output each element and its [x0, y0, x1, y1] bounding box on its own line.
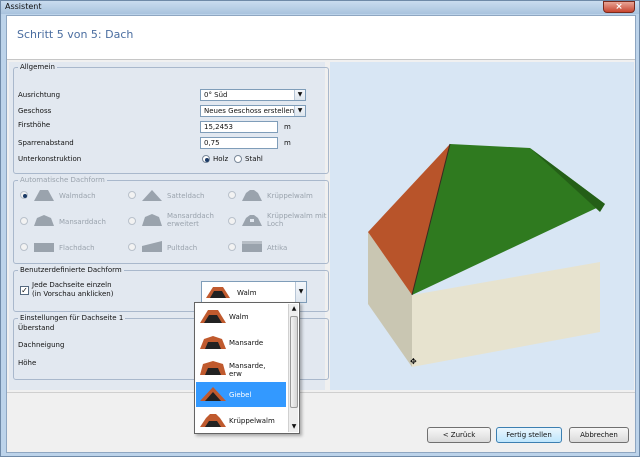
- pultdach-icon: [142, 241, 162, 252]
- chevron-down-icon: ▼: [294, 90, 305, 100]
- cursor-icon: ✥: [410, 357, 417, 366]
- krueppelwalm-label: Krüppelwalm: [267, 192, 313, 200]
- jede-dachseite-label-2: (in Vorschau anklicken): [32, 290, 114, 298]
- group-caption: Automatische Dachform: [18, 176, 107, 184]
- stahl-label: Stahl: [245, 155, 263, 163]
- dropdown-scrollbar[interactable]: ▲ ▼: [288, 304, 298, 432]
- holz-label: Holz: [213, 155, 229, 163]
- dropdown-option-giebel[interactable]: Giebel: [196, 382, 286, 407]
- attika-icon: [242, 241, 262, 252]
- walmdach-label: Walmdach: [59, 192, 96, 200]
- dropdown-option-mansarde[interactable]: Mansarde: [196, 330, 286, 355]
- finish-button[interactable]: Fertig stellen: [496, 427, 562, 443]
- window-title: Assistent: [5, 2, 42, 11]
- jede-dachseite-checkbox[interactable]: ✓: [20, 286, 29, 295]
- cancel-button[interactable]: Abbrechen: [569, 427, 629, 443]
- attika-label: Attika: [267, 244, 288, 252]
- flachdach-radio[interactable]: [20, 243, 28, 251]
- mansarde-roof-icon: [200, 336, 226, 349]
- krueppelwalm-loch-label: Krüppelwalm mit Loch: [267, 212, 327, 228]
- scrollbar-thumb[interactable]: [290, 316, 298, 408]
- pultdach-radio[interactable]: [128, 243, 136, 251]
- geschoss-select[interactable]: Neues Geschoss erstellen ▼: [200, 105, 306, 117]
- walmdach-icon: [34, 190, 54, 201]
- mansarddach-radio[interactable]: [20, 217, 28, 225]
- roof-preview[interactable]: ✥: [330, 62, 634, 390]
- ausrichtung-value: 0° Süd: [204, 91, 228, 99]
- mansarddach-erweitert-label: Mansarddach erweitert: [167, 212, 214, 228]
- satteldach-icon: [142, 190, 162, 201]
- krueppelwalm-radio[interactable]: [228, 191, 236, 199]
- firsthoehe-unit: m: [284, 123, 291, 131]
- pultdach-label: Pultdach: [167, 244, 198, 252]
- group-allgemein: Allgemein Ausrichtung 0° Süd ▼ Geschoss N…: [13, 63, 329, 174]
- mansarddach-erweitert-icon: [142, 214, 162, 226]
- title-bar[interactable]: Assistent ×: [1, 1, 639, 14]
- option-label: Walm: [229, 313, 249, 321]
- option-label: Giebel: [229, 391, 252, 399]
- krueppelwalm-icon: [242, 190, 262, 201]
- geschoss-label: Geschoss: [18, 107, 52, 115]
- house-3d-view[interactable]: ✥: [330, 62, 634, 390]
- flachdach-label: Flachdach: [59, 244, 95, 252]
- ausrichtung-select[interactable]: 0° Süd ▼: [200, 89, 306, 101]
- scroll-down-icon[interactable]: ▼: [289, 422, 299, 432]
- mansarddach-icon: [34, 215, 54, 226]
- group-automatische-dachform: Automatische Dachform Walmdach Satteldac…: [13, 176, 329, 264]
- close-icon: ×: [615, 2, 623, 12]
- ueberstand-label: Überstand: [18, 324, 55, 332]
- page-title: Schritt 5 von 5: Dach: [17, 28, 134, 41]
- chevron-down-icon: ▼: [294, 106, 305, 116]
- back-button[interactable]: < Zurück: [427, 427, 491, 443]
- mansarde-erw-roof-icon: [200, 361, 226, 375]
- dachform-dropdown-list[interactable]: Walm Mansarde Mansarde, erw Giebel Krüpp…: [194, 302, 300, 434]
- dachneigung-label: Dachneigung: [18, 341, 65, 349]
- group-caption: Einstellungen für Dachseite 1: [18, 314, 126, 322]
- walmdach-radio[interactable]: [20, 191, 28, 199]
- geschoss-value: Neues Geschoss erstellen: [204, 107, 295, 115]
- holz-radio[interactable]: [202, 155, 210, 163]
- group-caption: Benutzerdefinierte Dachform: [18, 266, 124, 274]
- krueppelwalm-loch-icon: [242, 215, 262, 226]
- jede-dachseite-label-1: Jede Dachseite einzeln: [32, 281, 112, 289]
- krueppelwalm-roof-icon: [200, 414, 226, 427]
- client-area: Schritt 5 von 5: Dach Allgemein Ausricht…: [6, 15, 636, 453]
- mansarddach-erweitert-radio[interactable]: [128, 217, 136, 225]
- mansarddach-label: Mansarddach: [59, 218, 106, 226]
- chevron-down-icon[interactable]: ▼: [295, 282, 306, 302]
- dachform-combo-value: Walm: [237, 289, 257, 297]
- firsthoehe-input[interactable]: 15,2453: [200, 121, 278, 133]
- dachform-combo[interactable]: Walm ▼: [201, 281, 307, 303]
- flachdach-icon: [34, 243, 54, 252]
- sparren-input[interactable]: 0,75: [200, 137, 278, 149]
- krueppelwalm-loch-radio[interactable]: [228, 217, 236, 225]
- sparren-label: Sparrenabstand: [18, 139, 74, 147]
- hoehe-label: Höhe: [18, 359, 37, 367]
- wizard-footer: < Zurück Fertig stellen Abbrechen: [7, 392, 635, 452]
- sparren-unit: m: [284, 139, 291, 147]
- attika-radio[interactable]: [228, 243, 236, 251]
- giebel-roof-icon: [200, 387, 226, 401]
- option-label: Krüppelwalm: [229, 417, 275, 425]
- unterkonstruktion-label: Unterkonstruktion: [18, 155, 82, 163]
- firsthoehe-label: Firsthöhe: [18, 121, 51, 129]
- scroll-up-icon[interactable]: ▲: [289, 304, 299, 314]
- close-button[interactable]: ×: [603, 1, 635, 13]
- dropdown-option-krueppelwalm[interactable]: Krüppelwalm: [196, 408, 286, 433]
- wizard-header: Schritt 5 von 5: Dach: [7, 16, 635, 60]
- option-label: Mansarde, erw: [229, 362, 266, 378]
- dropdown-option-mansarde-erw[interactable]: Mansarde, erw: [196, 356, 286, 381]
- satteldach-label: Satteldach: [167, 192, 205, 200]
- wizard-window: Assistent × Schritt 5 von 5: Dach Allgem…: [0, 0, 640, 457]
- walm-roof-icon: [200, 310, 226, 323]
- satteldach-radio[interactable]: [128, 191, 136, 199]
- ausrichtung-label: Ausrichtung: [18, 91, 61, 99]
- dropdown-option-walm[interactable]: Walm: [196, 304, 286, 329]
- walm-roof-icon: [206, 287, 230, 298]
- group-caption: Allgemein: [18, 63, 57, 71]
- stahl-radio[interactable]: [234, 155, 242, 163]
- option-label: Mansarde: [229, 339, 264, 347]
